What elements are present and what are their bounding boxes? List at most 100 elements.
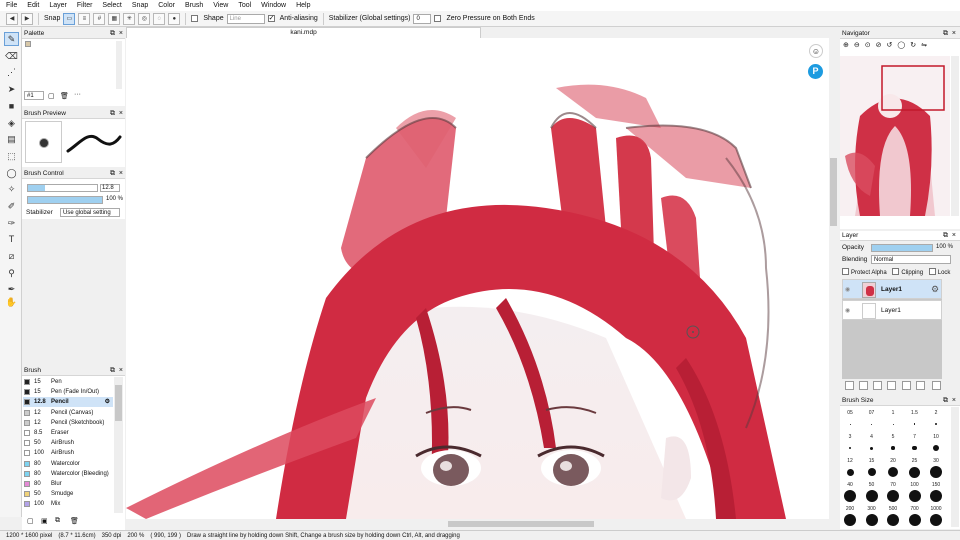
canvas[interactable]: ☺ P [126, 38, 829, 519]
bucket-tool-icon[interactable]: ◈ [4, 116, 19, 130]
brush-list-item[interactable]: 15 Pen [23, 377, 113, 387]
menu-window[interactable]: Window [261, 2, 286, 9]
pixiv-icon[interactable]: P [808, 64, 823, 79]
delete-palette-icon[interactable]: 🗑 [60, 92, 69, 100]
menu-file[interactable]: File [6, 2, 17, 9]
rotate-left-icon[interactable]: ↺ [887, 41, 893, 49]
float-icon[interactable]: ⧉ [943, 397, 948, 405]
dropper-icon[interactable]: ✒ [4, 282, 19, 296]
snap-circle-icon[interactable]: ◎ [138, 12, 151, 25]
brush-size-dot[interactable] [865, 490, 878, 502]
brush-size-dot[interactable] [908, 490, 921, 502]
float-icon[interactable]: ⧉ [110, 110, 115, 118]
brush-stabilizer-select[interactable]: Use global setting [60, 208, 120, 217]
avatar[interactable]: ☺ [809, 44, 823, 58]
close-icon[interactable]: × [952, 30, 956, 38]
menu-color[interactable]: Color [158, 2, 175, 9]
palette-scrollbar[interactable] [116, 41, 122, 89]
protect-alpha-checkbox[interactable] [842, 268, 849, 275]
delete-layer-icon[interactable] [932, 381, 941, 390]
float-icon[interactable]: ⧉ [943, 30, 948, 38]
brush-size-dot[interactable] [849, 423, 851, 425]
brush-list-item[interactable]: 8.5 Eraser [23, 428, 113, 438]
gear-icon[interactable]: ⚙ [931, 284, 939, 295]
gradient-tool-icon[interactable]: ▤ [4, 132, 19, 146]
hand-tool-icon[interactable]: ✋ [4, 295, 19, 309]
brush-size-dot[interactable] [887, 490, 899, 502]
eye-icon[interactable]: ◉ [845, 286, 850, 293]
brush-list-item[interactable]: 80 Blur [23, 479, 113, 489]
zoom-fit-icon[interactable]: ⊙ [865, 41, 871, 49]
clipping-checkbox[interactable] [892, 268, 900, 275]
merge-down-icon[interactable] [916, 381, 925, 390]
select-eraser-icon[interactable]: ✑ [4, 216, 19, 230]
eyedropper-tool-icon[interactable]: ⚲ [4, 266, 19, 280]
palette-menu-icon[interactable]: ··· [74, 91, 81, 98]
snap-cross-icon[interactable]: ▦ [108, 12, 121, 25]
float-icon[interactable]: ⧉ [110, 367, 115, 375]
brush-list-scrollbar[interactable] [114, 377, 123, 513]
snap-parallel-icon[interactable]: ≡ [78, 12, 91, 25]
add-brush-folder-icon[interactable]: ▣ [41, 517, 48, 525]
zoom-in-icon[interactable]: ⊕ [843, 41, 849, 49]
new-layer-1bit-icon[interactable] [873, 381, 882, 390]
new-folder-icon[interactable] [887, 381, 896, 390]
brush-size-dot[interactable] [891, 446, 895, 450]
brush-size-value[interactable]: 12.8 [100, 184, 120, 192]
undo-icon[interactable]: ◀ [6, 12, 18, 25]
brush-list-item[interactable]: 50 AirBrush [23, 438, 113, 448]
brush-list-item[interactable]: 80 Watercolor (Bleeding) [23, 469, 113, 479]
brush-size-dot[interactable] [871, 423, 872, 425]
close-icon[interactable]: × [119, 367, 123, 375]
move-tool-icon[interactable]: ➤ [4, 82, 19, 96]
menu-layer[interactable]: Layer [49, 2, 67, 9]
brush-size-dot[interactable] [930, 514, 942, 526]
brush-size-dot[interactable] [909, 466, 920, 478]
brush-size-dot[interactable] [848, 446, 852, 450]
brush-size-dot[interactable] [844, 490, 856, 502]
eye-icon[interactable]: ◉ [845, 307, 850, 314]
flip-icon[interactable]: ⇋ [921, 41, 927, 49]
brush-size-scrollbar[interactable] [951, 407, 959, 527]
brush-list-item[interactable]: 80 Watercolor [23, 459, 113, 469]
close-icon[interactable]: × [119, 170, 123, 178]
brush-size-dot[interactable] [908, 514, 921, 526]
brush-size-slider[interactable] [27, 184, 98, 192]
rotate-reset-icon[interactable]: ◯ [897, 41, 905, 49]
close-icon[interactable]: × [952, 397, 956, 405]
menu-select[interactable]: Select [102, 2, 121, 9]
snap-radial-icon[interactable]: ✳ [123, 12, 136, 25]
brush-size-dot[interactable] [933, 445, 939, 451]
brush-size-dot[interactable] [870, 446, 873, 450]
select-tool-icon[interactable]: ⬚ [4, 149, 19, 163]
menu-edit[interactable]: Edit [27, 2, 39, 9]
brush-size-dot[interactable] [844, 514, 856, 526]
duplicate-brush-icon[interactable]: ⧉ [55, 517, 60, 525]
canvas-vertical-scrollbar[interactable] [829, 38, 838, 519]
gear-icon[interactable]: ⚙ [105, 397, 110, 407]
palette-swatch[interactable] [25, 41, 31, 47]
navigator-preview[interactable] [840, 56, 950, 216]
lock-checkbox[interactable] [928, 268, 936, 275]
zoom-actual-icon[interactable]: ⊘ [876, 41, 882, 49]
close-icon[interactable]: × [119, 30, 123, 38]
brush-size-dot[interactable] [913, 423, 916, 425]
snap-off-icon[interactable]: ▭ [63, 12, 76, 25]
divide-tool-icon[interactable]: ⧄ [4, 249, 19, 263]
menu-tool[interactable]: Tool [238, 2, 251, 9]
menu-snap[interactable]: Snap [132, 2, 148, 9]
layer-item[interactable]: ◉ Layer1 [842, 300, 942, 320]
text-tool-icon[interactable]: T [4, 232, 19, 246]
brush-list-item[interactable]: 50 Smudge [23, 489, 113, 499]
shape-checkbox[interactable] [191, 15, 199, 22]
palette-set-select[interactable]: #1 [24, 91, 44, 100]
close-icon[interactable]: × [119, 110, 123, 118]
redo-icon[interactable]: ▶ [21, 12, 33, 25]
brush-size-dot[interactable] [935, 423, 937, 425]
document-tab[interactable]: kani.mdp [126, 27, 481, 38]
snap-grid-icon[interactable]: # [93, 12, 106, 25]
rotate-right-icon[interactable]: ↻ [910, 41, 916, 49]
menu-help[interactable]: Help [296, 2, 310, 9]
new-layer-icon[interactable] [845, 381, 854, 390]
fill-rect-tool-icon[interactable]: ■ [4, 99, 19, 113]
